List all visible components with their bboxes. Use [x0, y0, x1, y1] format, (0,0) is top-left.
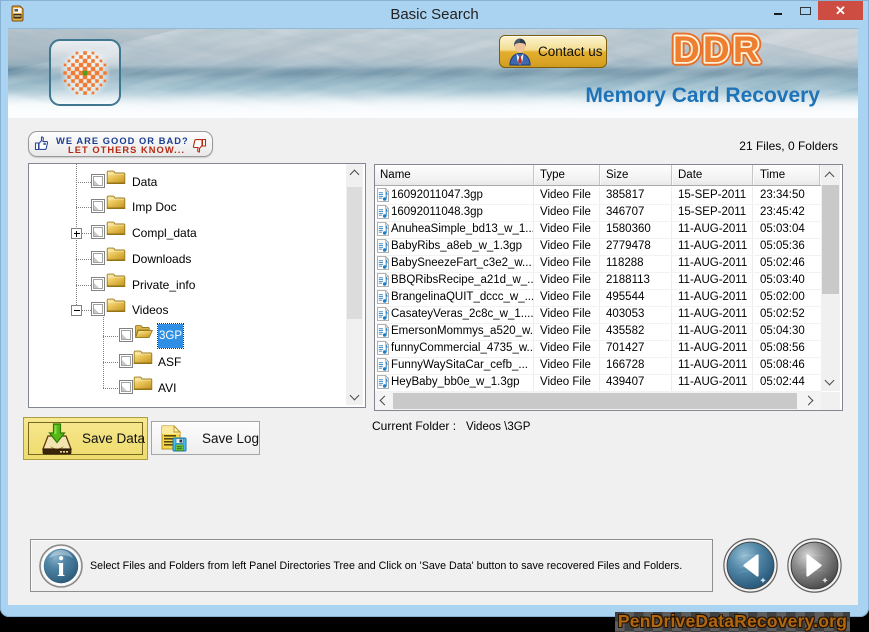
- svg-text:i: i: [57, 552, 65, 583]
- svg-text:DDR: DDR: [673, 29, 763, 70]
